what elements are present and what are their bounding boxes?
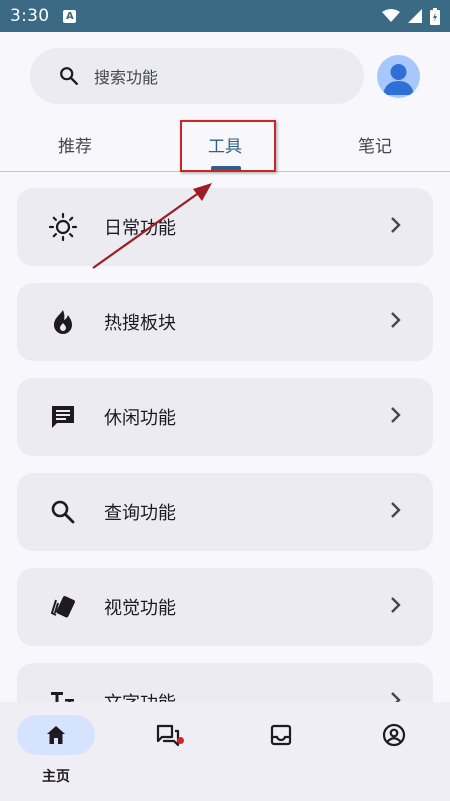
status-time: 3:30	[10, 6, 50, 26]
list-item-leisure[interactable]: 休闲功能	[17, 378, 433, 456]
signal-icon	[408, 9, 422, 23]
cards-icon	[47, 591, 79, 623]
tab-label: 笔记	[358, 136, 392, 157]
search-icon	[47, 496, 79, 528]
sun-icon	[47, 211, 79, 243]
nav-label: 主页	[42, 769, 70, 785]
list-item-label: 休闲功能	[104, 408, 176, 429]
notification-icon: A	[63, 9, 77, 23]
chevron-right-icon	[389, 310, 401, 334]
chat-icon	[47, 401, 79, 433]
list-item-label: 文字功能	[104, 689, 176, 702]
status-bar: 3:30 A	[0, 0, 450, 32]
list-item-visual[interactable]: 视觉功能	[17, 568, 433, 646]
notification-badge	[177, 737, 184, 744]
list-item-daily[interactable]: 日常功能	[17, 188, 433, 266]
wifi-icon	[382, 9, 400, 23]
flame-icon	[47, 306, 79, 338]
search-placeholder: 搜索功能	[94, 68, 159, 87]
feature-list: 日常功能 热搜板块 休闲功能 查询功能 视觉功能	[0, 171, 450, 702]
avatar[interactable]	[377, 55, 420, 98]
list-item-trending[interactable]: 热搜板块	[17, 283, 433, 361]
annotation-highlight-box	[180, 120, 276, 172]
nav-account[interactable]	[338, 702, 450, 801]
chevron-right-icon	[389, 215, 401, 239]
nav-inbox[interactable]	[225, 702, 337, 801]
chevron-right-icon	[389, 405, 401, 429]
text-icon	[47, 686, 79, 702]
list-item-query[interactable]: 查询功能	[17, 473, 433, 551]
battery-icon	[430, 7, 440, 25]
list-item-label: 视觉功能	[104, 598, 176, 619]
list-item-label: 日常功能	[104, 218, 176, 239]
chevron-right-icon	[389, 595, 401, 619]
bottom-navigation: 主页	[0, 702, 450, 801]
list-item-label: 热搜板块	[104, 313, 176, 334]
account-icon	[338, 723, 450, 747]
forum-icon	[112, 723, 224, 747]
search-icon	[58, 65, 80, 87]
account-avatar-icon	[383, 64, 414, 95]
tab-notes[interactable]: 笔记	[300, 118, 450, 170]
inbox-icon	[225, 723, 337, 747]
nav-home[interactable]: 主页	[0, 702, 112, 801]
list-item-text[interactable]: 文字功能	[17, 663, 433, 702]
tab-recommend[interactable]: 推荐	[0, 118, 150, 170]
list-item-label: 查询功能	[104, 503, 176, 524]
home-icon	[0, 723, 112, 747]
chevron-right-icon	[389, 690, 401, 702]
chevron-right-icon	[389, 500, 401, 524]
status-indicators	[382, 7, 440, 25]
search-bar[interactable]: 搜索功能	[30, 48, 364, 104]
nav-forum[interactable]	[112, 702, 224, 801]
tab-label: 推荐	[58, 136, 92, 157]
